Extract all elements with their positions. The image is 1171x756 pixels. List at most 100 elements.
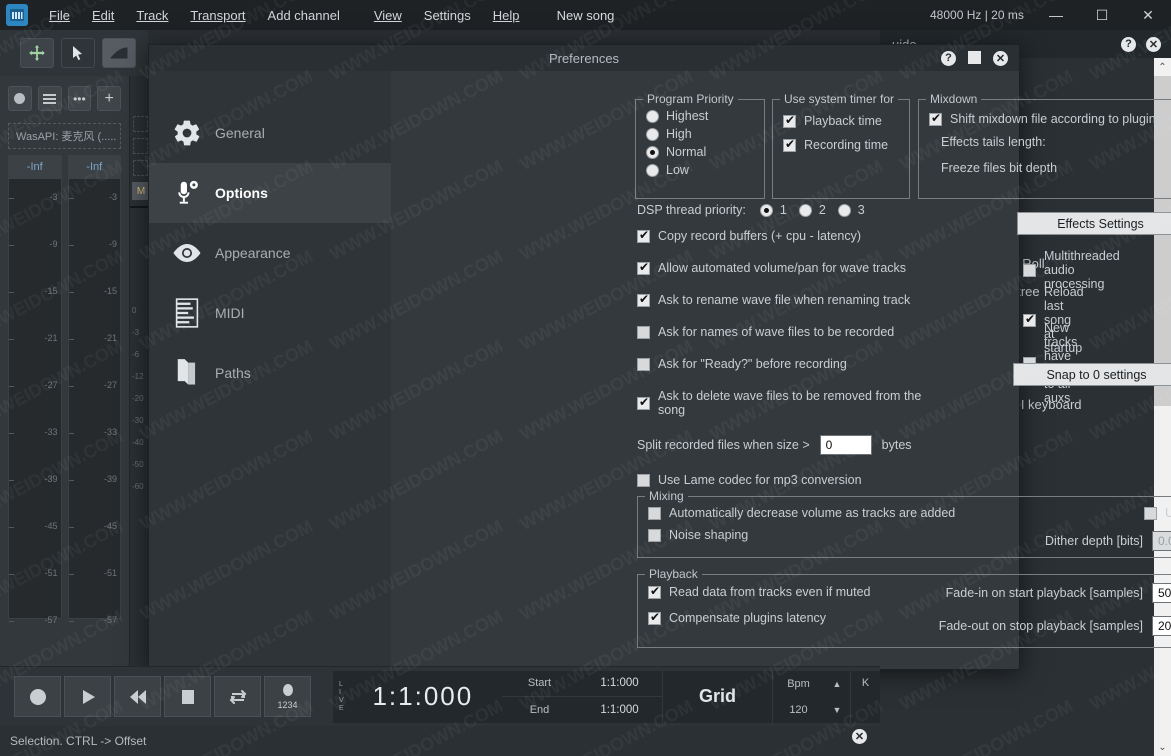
- question-icon[interactable]: ?: [941, 50, 956, 66]
- menu-edit[interactable]: Edit: [81, 3, 125, 28]
- menu-file[interactable]: File: [38, 3, 81, 28]
- strip-slot[interactable]: [133, 116, 148, 132]
- menu-view[interactable]: View: [363, 3, 413, 28]
- fade-out-input[interactable]: 2000: [1152, 616, 1171, 636]
- radio-icon[interactable]: [646, 127, 659, 141]
- strip-scale-label: -40: [132, 438, 144, 447]
- menu-settings[interactable]: Settings: [413, 3, 482, 28]
- end-value: 1:1:000: [600, 703, 639, 716]
- maximize-button[interactable]: ☐: [1079, 0, 1125, 30]
- checkbox-icon[interactable]: [637, 395, 650, 410]
- checkbox-allow-automated-volume[interactable]: Allow automated volume/pan for wave trac…: [637, 260, 937, 275]
- sidebar-item-paths[interactable]: Paths: [149, 343, 391, 403]
- metronome-button[interactable]: 1234: [264, 676, 311, 717]
- more-icon[interactable]: •••: [67, 86, 92, 111]
- radio-icon[interactable]: [646, 163, 659, 177]
- radio-icon[interactable]: [798, 203, 812, 217]
- checkbox-use-dither[interactable]: Use Dither: [1143, 506, 1171, 520]
- scroll-down-icon[interactable]: ⌄: [1154, 738, 1171, 756]
- radio-icon[interactable]: [646, 145, 659, 159]
- radio-priority-normal[interactable]: Normal: [646, 145, 764, 159]
- meter-scale-tick: [9, 198, 14, 199]
- close-icon[interactable]: ✕: [852, 729, 867, 744]
- checkbox-shift-mixdown[interactable]: Shift mixdown file according to plugins …: [929, 111, 1171, 126]
- play-button[interactable]: [64, 676, 111, 717]
- transport-buttons: 1234: [0, 676, 311, 717]
- checkbox-icon[interactable]: [783, 137, 796, 152]
- bpm-label: Bpm: [787, 677, 810, 690]
- checkbox-icon[interactable]: [929, 111, 942, 126]
- checkbox-copy-record-buffers[interactable]: Copy record buffers (+ cpu - latency): [637, 228, 937, 243]
- radio-icon[interactable]: [759, 203, 773, 217]
- checkbox-icon[interactable]: [648, 506, 661, 520]
- add-icon[interactable]: +: [97, 86, 121, 111]
- sidebar-item-appearance[interactable]: Appearance: [149, 223, 391, 283]
- radio-priority-highest[interactable]: Highest: [646, 109, 764, 123]
- question-icon[interactable]: ?: [1121, 36, 1136, 52]
- move-tool-icon[interactable]: [20, 38, 54, 68]
- strip-slot[interactable]: [133, 138, 148, 154]
- grid-button[interactable]: Grid: [662, 670, 772, 723]
- menu-transport[interactable]: Transport: [179, 3, 256, 28]
- menu-help[interactable]: Help: [482, 3, 531, 28]
- fade-in-input[interactable]: 50: [1152, 583, 1171, 603]
- sidebar-item-options[interactable]: Options: [149, 163, 391, 223]
- sidebar-item-general[interactable]: General: [149, 103, 391, 163]
- bpm-value[interactable]: 120: [773, 704, 824, 716]
- checkbox-icon[interactable]: [637, 260, 650, 275]
- radio-priority-low[interactable]: Low: [646, 163, 764, 177]
- checkbox-ask-delete-wave[interactable]: Ask to delete wave files to be removed f…: [637, 389, 937, 417]
- checkbox-icon[interactable]: [637, 228, 650, 243]
- stop-button[interactable]: [164, 676, 211, 717]
- editor-toolbar: [0, 30, 148, 76]
- checkbox-icon[interactable]: [648, 528, 661, 542]
- start-row[interactable]: Start 1:1:000: [502, 671, 662, 697]
- checkbox-auto-decrease-volume[interactable]: Automatically decrease volume as tracks …: [648, 506, 1171, 520]
- bpm-down-icon[interactable]: ▼: [824, 705, 850, 715]
- close-icon[interactable]: ✕: [1146, 36, 1161, 52]
- close-icon[interactable]: ✕: [993, 50, 1008, 66]
- checkbox-icon[interactable]: [637, 357, 650, 371]
- split-files-input[interactable]: 0: [819, 435, 872, 455]
- close-button[interactable]: ✕: [1125, 0, 1171, 30]
- restore-icon[interactable]: [968, 50, 981, 64]
- checkbox-icon[interactable]: [637, 325, 650, 339]
- checkbox-icon[interactable]: [648, 610, 661, 625]
- checkbox-playback-time[interactable]: Playback time: [783, 113, 909, 128]
- menu-add-channel[interactable]: Add channel: [257, 3, 351, 28]
- radio-icon[interactable]: [837, 203, 851, 217]
- dither-depth-input[interactable]: 0.0: [1152, 531, 1171, 551]
- position-display[interactable]: LIVE 1:1:000: [333, 670, 502, 723]
- fade-tool-icon[interactable]: [102, 38, 136, 68]
- end-row[interactable]: End 1:1:000: [502, 697, 662, 723]
- list-icon[interactable]: [37, 86, 62, 111]
- bpm-up-icon[interactable]: ▲: [824, 679, 850, 689]
- start-label: Start: [527, 677, 552, 690]
- effects-settings-button[interactable]: Effects Settings: [1017, 212, 1171, 235]
- checkbox-recording-time[interactable]: Recording time: [783, 137, 909, 152]
- scroll-up-icon[interactable]: ⌃: [1154, 58, 1171, 76]
- checkbox-ask-names-wave[interactable]: Ask for names of wave files to be record…: [637, 325, 937, 339]
- strip-slot[interactable]: [133, 160, 148, 176]
- record-icon[interactable]: [8, 86, 32, 111]
- checkbox-icon[interactable]: [783, 113, 796, 128]
- checkbox-icon[interactable]: [1143, 506, 1157, 520]
- rewind-button[interactable]: [114, 676, 161, 717]
- loop-button[interactable]: [214, 676, 261, 717]
- snap-to-zero-button[interactable]: Snap to 0 settings: [1013, 363, 1171, 386]
- minimize-button[interactable]: —: [1033, 0, 1079, 30]
- radio-icon[interactable]: [646, 109, 659, 123]
- checkbox-icon[interactable]: [1023, 263, 1036, 277]
- checkbox-icon[interactable]: [648, 584, 661, 599]
- checkbox-icon[interactable]: [637, 473, 650, 487]
- checkbox-icon[interactable]: [637, 292, 650, 307]
- checkbox-ask-rename-wave[interactable]: Ask to rename wave file when renaming tr…: [637, 292, 937, 307]
- checkbox-lame-codec[interactable]: Use Lame codec for mp3 conversion: [637, 473, 937, 487]
- radio-priority-high[interactable]: High: [646, 127, 764, 141]
- record-button[interactable]: [14, 676, 61, 717]
- checkbox-ask-ready[interactable]: Ask for "Ready?" before recording: [637, 357, 937, 371]
- audio-device-label[interactable]: WasAPI: 麦克风 (.....: [8, 123, 121, 149]
- select-tool-icon[interactable]: [61, 38, 95, 68]
- menu-track[interactable]: Track: [125, 3, 179, 28]
- sidebar-item-midi[interactable]: MIDI: [149, 283, 391, 343]
